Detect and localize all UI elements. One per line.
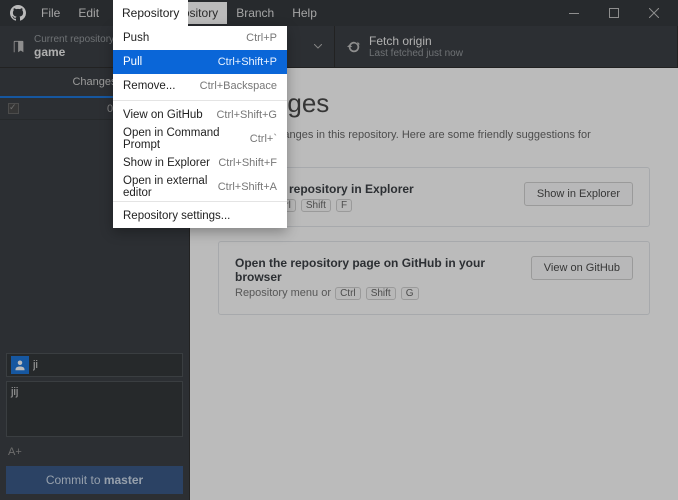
dropdown-item-label: View on GitHub (123, 109, 203, 121)
dropdown-item-shortcut: Ctrl+` (250, 133, 277, 145)
repo-label: Current repository (34, 34, 114, 45)
toolbar: Current repository game Fetch origin Las… (0, 26, 678, 68)
kbd: Shift (301, 199, 331, 212)
dropdown-item-label: Pull (123, 56, 142, 68)
view-on-github-button[interactable]: View on GitHub (531, 256, 633, 280)
card-hint: Repository menu or Ctrl Shift G (235, 287, 531, 300)
avatar (11, 356, 29, 374)
dropdown-item-label: Remove... (123, 80, 175, 92)
chevron-down-icon (314, 44, 322, 49)
select-all-checkbox[interactable] (8, 103, 19, 114)
maximize-button[interactable] (594, 0, 634, 26)
dropdown-item-remove-[interactable]: Remove... Ctrl+Backspace (113, 74, 287, 98)
github-logo-icon (10, 5, 26, 21)
dropdown-item-shortcut: Ctrl+P (246, 32, 277, 44)
dropdown-item-open-in-command-prompt[interactable]: Open in Command PromptCtrl+` (113, 127, 287, 151)
fetch-label: Fetch origin (369, 34, 463, 48)
commit-description-input[interactable] (6, 381, 183, 437)
minimize-button[interactable] (554, 0, 594, 26)
dropdown-item-open-in-external-editor[interactable]: Open in external editorCtrl+Shift+A (113, 175, 287, 199)
dropdown-item-view-on-github[interactable]: View on GitHub Ctrl+Shift+G (113, 103, 287, 127)
dropdown-item-label: Repository settings... (123, 210, 230, 222)
menu-edit[interactable]: Edit (69, 2, 108, 24)
menu-branch[interactable]: Branch (227, 2, 283, 24)
kbd: Shift (366, 287, 396, 300)
titlebar: FileEditViewRepositoryBranchHelp (0, 0, 678, 26)
window-controls (554, 0, 674, 26)
menu-repository-open[interactable]: Repository (113, 0, 188, 26)
dropdown-item-shortcut: Ctrl+Shift+P (218, 56, 277, 68)
commit-summary-input[interactable] (33, 359, 182, 371)
dropdown-item-pull[interactable]: Pull Ctrl+Shift+P (113, 50, 287, 74)
close-button[interactable] (634, 0, 674, 26)
sync-icon (347, 40, 361, 54)
repo-icon (12, 40, 26, 54)
kbd: G (401, 287, 419, 300)
dropdown-separator (113, 100, 287, 101)
commit-button[interactable]: Commit to master (6, 466, 183, 494)
dropdown-item-shortcut: Ctrl+Shift+A (218, 181, 277, 193)
dropdown-item-show-in-explorer[interactable]: Show in Explorer Ctrl+Shift+F (113, 151, 287, 175)
dropdown-item-shortcut: Ctrl+Shift+F (218, 157, 277, 169)
commit-form: A+ Commit to master (0, 347, 189, 500)
dropdown-item-repository-settings-[interactable]: Repository settings... (113, 204, 287, 228)
show-in-explorer-button[interactable]: Show in Explorer (524, 182, 633, 206)
kbd: Ctrl (335, 287, 361, 300)
dropdown-item-label: Push (123, 32, 149, 44)
menu-help[interactable]: Help (283, 2, 326, 24)
fetch-status: Last fetched just now (369, 48, 463, 59)
dropdown-item-shortcut: Ctrl+Backspace (200, 80, 277, 92)
fetch-origin-button[interactable]: Fetch origin Last fetched just now (335, 26, 678, 67)
menu-file[interactable]: File (32, 2, 69, 24)
kbd: F (336, 199, 352, 212)
add-co-author[interactable]: A+ (6, 442, 183, 462)
dropdown-separator (113, 201, 287, 202)
dropdown-item-label: Open in Command Prompt (123, 127, 250, 151)
dropdown-item-label: Open in external editor (123, 175, 218, 199)
card-view-on-github: Open the repository page on GitHub in yo… (218, 241, 650, 315)
dropdown-item-shortcut: Ctrl+Shift+G (216, 109, 277, 121)
dropdown-item-label: Show in Explorer (123, 157, 210, 169)
card-title: Open the repository page on GitHub in yo… (235, 256, 531, 284)
repository-dropdown: Push Ctrl+P Pull Ctrl+Shift+P Remove... Ctrl+… (113, 26, 287, 228)
repo-name: game (34, 45, 114, 59)
dropdown-item-push[interactable]: Push Ctrl+P (113, 26, 287, 50)
